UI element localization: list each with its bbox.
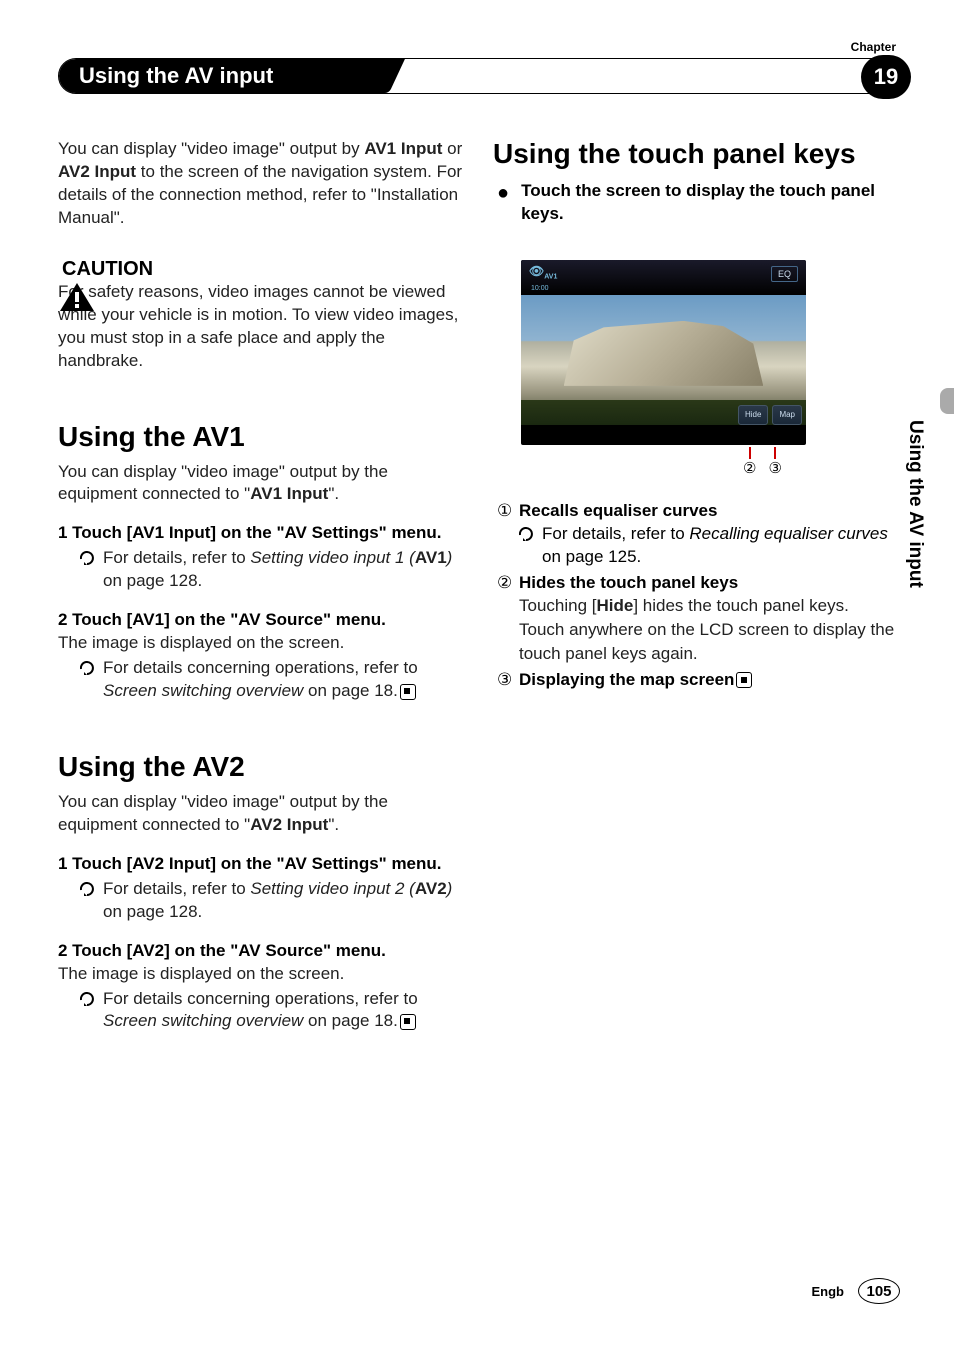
time-label: 10:00 bbox=[531, 285, 549, 292]
av2-step2: 2 Touch [AV2] on the "AV Source" menu. bbox=[58, 940, 463, 963]
right-column: Using the touch panel keys ● Touch the s… bbox=[493, 138, 898, 1033]
footer: Engb 105 bbox=[812, 1278, 901, 1304]
legend-item-1: ① Recalls equaliser curves For details, … bbox=[493, 499, 898, 569]
reference-arrow-icon bbox=[80, 991, 95, 1034]
av2-step1: 1 Touch [AV2 Input] on the "AV Settings"… bbox=[58, 853, 463, 876]
footer-page-number: 105 bbox=[858, 1278, 900, 1304]
legend-1-reference: For details, refer to Recalling equalise… bbox=[519, 523, 898, 569]
left-column: You can display "video image" output by … bbox=[58, 138, 463, 1033]
callout-3: ③ bbox=[768, 447, 781, 477]
touch-instruction: ● Touch the screen to display the touch … bbox=[493, 180, 898, 226]
av2-step1-reference: For details, refer to Setting video inpu… bbox=[80, 878, 463, 924]
video-image: Hide Map bbox=[521, 295, 806, 425]
screen-bottombar: Hide Map bbox=[738, 405, 806, 425]
callout-2: ② bbox=[743, 447, 756, 477]
av1-description: You can display "video image" output by … bbox=[58, 461, 463, 507]
map-button[interactable]: Map bbox=[772, 405, 802, 425]
av2-step2-reference: For details concerning operations, refer… bbox=[80, 988, 463, 1034]
reference-arrow-icon bbox=[80, 881, 95, 924]
av1-step2: 2 Touch [AV1] on the "AV Source" menu. bbox=[58, 609, 463, 632]
intro-paragraph: You can display "video image" output by … bbox=[58, 138, 463, 230]
chapter-label: Chapter bbox=[851, 40, 896, 54]
legend-1-title: Recalls equaliser curves bbox=[519, 499, 898, 523]
av-source-icon: 👁AV1 bbox=[529, 264, 557, 280]
caution-body: For safety reasons, video images cannot … bbox=[58, 281, 463, 373]
reference-arrow-icon bbox=[519, 526, 534, 569]
mountain-graphic bbox=[564, 321, 764, 386]
callout-bottom-row: ② ③ bbox=[521, 447, 898, 477]
av1-step2-reference: For details concerning operations, refer… bbox=[80, 657, 463, 703]
caution-text-label: CAUTION bbox=[62, 258, 153, 281]
end-mark-icon bbox=[736, 672, 752, 688]
av2-description: You can display "video image" output by … bbox=[58, 791, 463, 837]
av1-heading: Using the AV1 bbox=[58, 421, 463, 453]
header-capsule: Using the AV input 19 bbox=[58, 58, 906, 94]
end-mark-icon bbox=[400, 1014, 416, 1030]
av1-step1-reference: For details, refer to Setting video inpu… bbox=[80, 547, 463, 593]
chapter-number-badge: 19 bbox=[861, 55, 911, 99]
bullet-icon: ● bbox=[497, 180, 509, 226]
legend-2-title: Hides the touch panel keys bbox=[519, 571, 898, 595]
hide-button[interactable]: Hide bbox=[738, 405, 768, 425]
side-tab-nub bbox=[940, 388, 954, 414]
reference-arrow-icon bbox=[80, 660, 95, 703]
device-screen: 👁AV1 10:00 EQ Hide Map bbox=[521, 260, 806, 445]
av1-step1: 1 Touch [AV1 Input] on the "AV Settings"… bbox=[58, 522, 463, 545]
reference-arrow-icon bbox=[80, 550, 95, 593]
page-title: Using the AV input bbox=[59, 59, 383, 93]
legend-3-title: Displaying the map screen bbox=[519, 670, 734, 689]
av1-step2-body: The image is displayed on the screen. bbox=[58, 632, 463, 655]
device-screenshot-block: ① 👁AV1 10:00 EQ Hide Map bbox=[493, 260, 898, 477]
header-bar: Using the AV input 19 bbox=[58, 58, 906, 94]
content-area: You can display "video image" output by … bbox=[58, 138, 898, 1033]
legend-item-2: ② Hides the touch panel keys Touching [H… bbox=[493, 571, 898, 666]
av2-heading: Using the AV2 bbox=[58, 751, 463, 783]
caution-heading: CAUTION bbox=[58, 258, 463, 281]
caution-block: CAUTION For safety reasons, video images… bbox=[58, 258, 463, 373]
legend-item-3: ③ Displaying the map screen bbox=[493, 668, 898, 692]
callout-legend: ① Recalls equaliser curves For details, … bbox=[493, 499, 898, 692]
footer-language: Engb bbox=[812, 1284, 845, 1299]
side-tab-label: Using the AV input bbox=[904, 420, 926, 588]
eq-button[interactable]: EQ bbox=[771, 266, 798, 282]
screen-topbar: 👁AV1 10:00 EQ bbox=[521, 260, 806, 295]
end-mark-icon bbox=[400, 684, 416, 700]
touch-heading: Using the touch panel keys bbox=[493, 138, 898, 170]
av2-step2-body: The image is displayed on the screen. bbox=[58, 963, 463, 986]
legend-2-body: Touching [Hide] hides the touch panel ke… bbox=[519, 594, 898, 665]
